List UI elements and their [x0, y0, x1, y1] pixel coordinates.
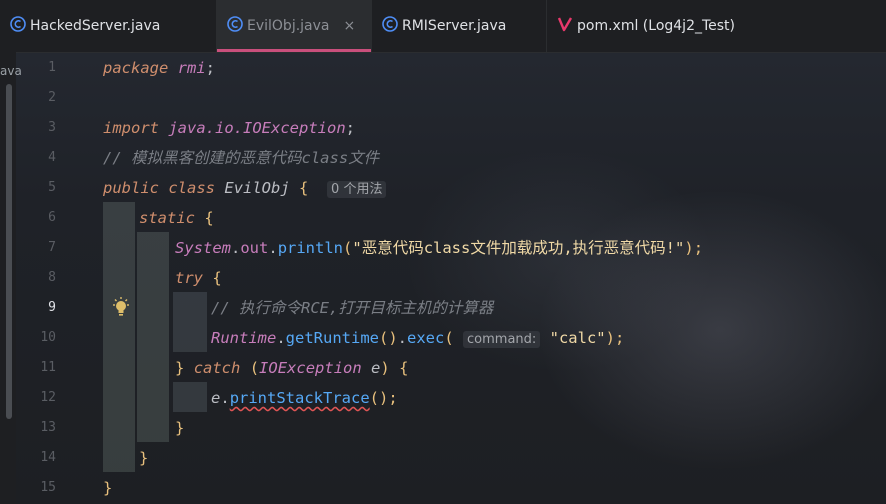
- code-line-5: public class EvilObj { 0 个用法: [103, 173, 387, 203]
- code-line-13: }: [175, 419, 185, 437]
- java-class-icon: [227, 16, 243, 32]
- code-line-9: // 执行命令RCE,打开目标主机的计算器: [211, 299, 494, 317]
- java-class-icon: [382, 16, 398, 32]
- usage-hint[interactable]: 0 个用法: [327, 181, 387, 198]
- parameter-hint: command:: [463, 331, 541, 348]
- tab-hacked-server[interactable]: HackedServer.java: [0, 0, 217, 52]
- tab-evil-obj[interactable]: EvilObj.java ×: [217, 0, 372, 52]
- code-line-15: }: [103, 479, 113, 497]
- tab-label: pom.xml (Log4j2_Test): [577, 18, 736, 34]
- tab-label: EvilObj.java: [247, 18, 330, 34]
- editor-tab-bar: HackedServer.java EvilObj.java × RMIServ…: [0, 0, 886, 53]
- code-editor[interactable]: package rmi; import java.io.IOException;…: [0, 52, 886, 504]
- tab-label: RMIServer.java: [402, 18, 507, 34]
- java-class-icon: [10, 16, 26, 32]
- tab-pom-xml[interactable]: pom.xml (Log4j2_Test): [547, 0, 773, 52]
- indent-guide: [173, 292, 207, 352]
- code-line-10: Runtime.getRuntime().exec( command: "cal…: [211, 329, 625, 348]
- tab-label: HackedServer.java: [30, 18, 161, 34]
- code-line-8: try {: [175, 269, 222, 287]
- indent-guide: [173, 382, 207, 412]
- code-line-4: // 模拟黑客创建的恶意代码class文件: [103, 149, 380, 167]
- indent-guide: [137, 232, 169, 442]
- code-line-14: }: [139, 449, 149, 467]
- code-line-3: import java.io.IOException;: [103, 119, 355, 137]
- code-line-11: } catch (IOException e) {: [175, 359, 409, 377]
- maven-icon: [557, 17, 573, 32]
- code-line-7: System.out.println("恶意代码class文件加载成功,执行恶意…: [175, 239, 704, 257]
- code-line-12: e.printStackTrace();: [211, 389, 398, 407]
- tab-rmi-server[interactable]: RMIServer.java: [372, 0, 547, 52]
- close-icon[interactable]: ×: [344, 18, 356, 34]
- code-line-1: package rmi;: [103, 59, 216, 77]
- code-line-6: static {: [139, 209, 214, 227]
- indent-guide: [103, 202, 135, 472]
